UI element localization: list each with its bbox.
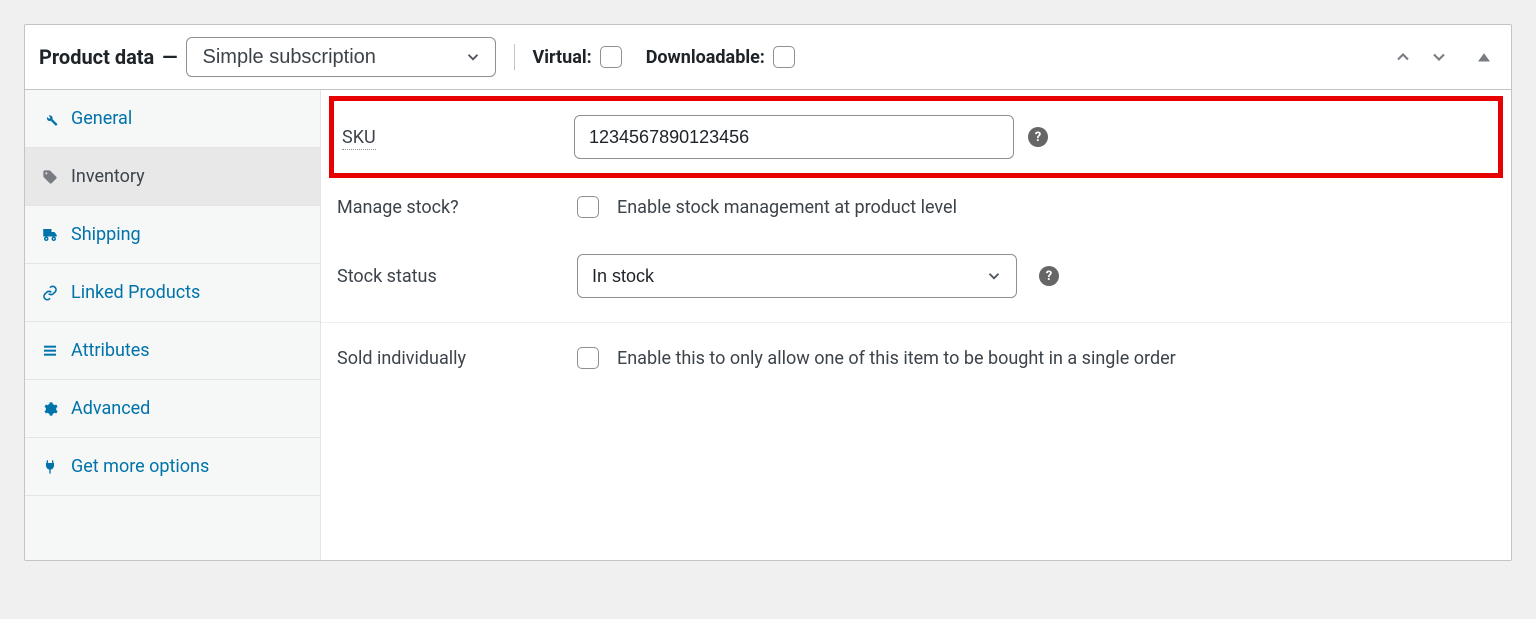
collapse-panel-icon[interactable] xyxy=(1471,44,1497,70)
downloadable-checkbox[interactable] xyxy=(773,46,795,68)
help-icon[interactable]: ? xyxy=(1039,266,1059,286)
stock-status-select-wrap: In stock xyxy=(577,254,1017,298)
sku-highlight: SKU ? xyxy=(329,96,1503,178)
sold-individually-label: Sold individually xyxy=(337,348,569,369)
virtual-checkbox[interactable] xyxy=(600,46,622,68)
sold-individually-desc: Enable this to only allow one of this it… xyxy=(617,348,1176,369)
tab-label: General xyxy=(71,108,132,129)
link-icon xyxy=(41,285,59,301)
tab-label: Get more options xyxy=(71,456,209,477)
panel-body: General Inventory Shipping Linked Produc… xyxy=(25,90,1511,560)
help-icon[interactable]: ? xyxy=(1028,127,1048,147)
tag-icon xyxy=(41,169,59,185)
tab-advanced[interactable]: Advanced xyxy=(25,380,320,438)
truck-icon xyxy=(41,226,59,244)
plug-icon xyxy=(41,459,59,475)
tab-label: Attributes xyxy=(71,340,150,361)
stock-status-label: Stock status xyxy=(337,266,569,287)
tab-label: Advanced xyxy=(71,398,150,419)
panel-header: Product data — Simple subscription Virtu… xyxy=(25,25,1511,90)
tab-get-more-options[interactable]: Get more options xyxy=(25,438,320,496)
sidebar: General Inventory Shipping Linked Produc… xyxy=(25,90,321,560)
tab-attributes[interactable]: Attributes xyxy=(25,322,320,380)
divider xyxy=(321,322,1511,323)
tab-label: Shipping xyxy=(71,224,141,245)
tab-linked-products[interactable]: Linked Products xyxy=(25,264,320,322)
tab-inventory[interactable]: Inventory xyxy=(25,148,320,206)
panel-title: Product data xyxy=(39,45,154,69)
tab-label: Inventory xyxy=(71,166,145,187)
tab-content: SKU ? Manage stock? Enable stock managem… xyxy=(321,90,1511,560)
title-dash: — xyxy=(162,45,177,69)
manage-stock-label: Manage stock? xyxy=(337,197,569,218)
virtual-toggle[interactable]: Virtual: xyxy=(533,46,622,68)
move-down-icon[interactable] xyxy=(1425,43,1453,71)
wrench-icon xyxy=(41,111,59,127)
downloadable-toggle[interactable]: Downloadable: xyxy=(646,46,795,68)
tab-shipping[interactable]: Shipping xyxy=(25,206,320,264)
tab-label: Linked Products xyxy=(71,282,200,303)
virtual-label: Virtual: xyxy=(533,47,592,68)
manage-stock-desc: Enable stock management at product level xyxy=(617,197,957,218)
list-icon xyxy=(41,343,59,359)
sku-input[interactable] xyxy=(574,115,1014,159)
panel-header-actions xyxy=(1389,43,1497,71)
stock-status-row: Stock status In stock ? xyxy=(321,236,1511,316)
move-up-icon[interactable] xyxy=(1389,43,1417,71)
sold-individually-checkbox[interactable] xyxy=(577,347,599,369)
product-type-select[interactable]: Simple subscription xyxy=(186,37,496,77)
manage-stock-row: Manage stock? Enable stock management at… xyxy=(321,178,1511,236)
gear-icon xyxy=(41,401,59,417)
sold-individually-row: Sold individually Enable this to only al… xyxy=(321,329,1511,387)
product-type-select-wrap: Simple subscription xyxy=(186,37,496,77)
product-data-panel: Product data — Simple subscription Virtu… xyxy=(24,24,1512,561)
sku-label: SKU xyxy=(342,127,574,148)
tab-general[interactable]: General xyxy=(25,90,320,148)
downloadable-label: Downloadable: xyxy=(646,47,765,68)
manage-stock-checkbox[interactable] xyxy=(577,196,599,218)
header-separator xyxy=(514,44,515,70)
stock-status-select[interactable]: In stock xyxy=(577,254,1017,298)
